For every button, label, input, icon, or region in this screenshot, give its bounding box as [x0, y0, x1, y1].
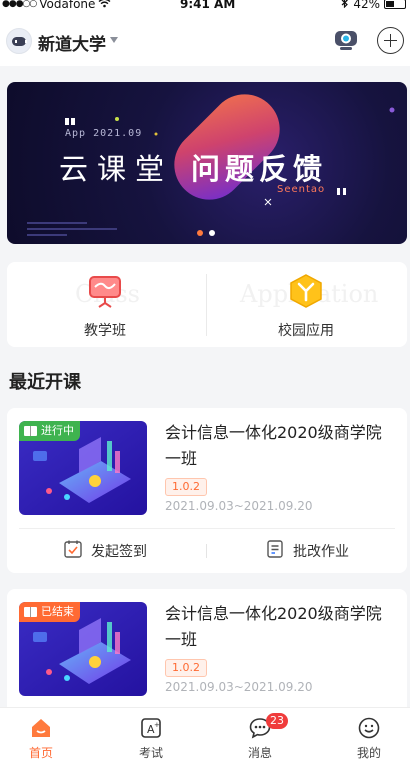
book-icon	[24, 426, 37, 436]
course-status-label: 进行中	[41, 424, 74, 437]
tab-messages-label: 消息	[247, 746, 272, 760]
status-right: 42%	[341, 0, 406, 11]
start-checkin-button[interactable]: 发起签到	[63, 540, 147, 562]
banner-carousel[interactable]: App 2021.09 云课堂 问题反馈 Seentao	[7, 82, 407, 244]
course-version-badge: 1.0.2	[165, 478, 207, 496]
exam-icon: A +	[139, 716, 163, 740]
tab-profile[interactable]: 我的	[328, 708, 410, 763]
card-divider	[19, 528, 395, 529]
course-name[interactable]: 会计信息一体化2020级商学院一班	[165, 601, 397, 653]
entry-label-app[interactable]: 校园应用	[246, 320, 366, 340]
add-icon[interactable]	[377, 27, 404, 54]
tab-home[interactable]: 首页	[0, 708, 82, 763]
action-separator	[206, 544, 207, 558]
course-status-label: 已结束	[41, 605, 74, 618]
quick-entry-panel: Class 教学班 Application 校园应用	[7, 262, 407, 347]
course-card[interactable]: 已结束 会计信息一体化2020级商学院一班 1.0.2 2021.09.03~2…	[7, 589, 407, 719]
entry-divider	[206, 274, 207, 336]
checkin-calendar-icon	[63, 539, 83, 563]
start-checkin-label: 发起签到	[91, 544, 147, 560]
chevron-down-icon[interactable]	[110, 37, 118, 43]
course-status-badge: 进行中	[19, 421, 80, 441]
battery-icon	[384, 0, 406, 9]
tab-exam[interactable]: A + 考试	[110, 708, 192, 763]
status-bar: ●●●○○ Vodafone 9:41 AM 42%	[0, 0, 410, 14]
wifi-icon	[98, 0, 111, 11]
tab-profile-label: 我的	[356, 746, 381, 760]
tab-exam-label: 考试	[138, 746, 163, 760]
grade-homework-button[interactable]: 批改作业	[265, 540, 349, 562]
live-camera-icon[interactable]	[333, 28, 359, 52]
grade-homework-label: 批改作业	[293, 544, 349, 560]
school-name[interactable]: 新道大学	[38, 30, 106, 55]
book-icon	[24, 607, 37, 617]
homework-document-icon	[265, 539, 285, 563]
signal-dots-icon: ●●●○○	[2, 0, 37, 9]
tab-home-label: 首页	[28, 746, 53, 760]
banner-title-bold: 问题反馈	[191, 152, 328, 186]
battery-fill	[386, 1, 395, 7]
app-hexagon-icon[interactable]	[288, 274, 324, 308]
svg-text:+: +	[154, 721, 160, 729]
bluetooth-icon	[341, 0, 349, 11]
banner-signature: Seentao	[277, 184, 326, 195]
message-count-badge: 23	[266, 713, 288, 729]
banner-subtitle: App 2021.09	[65, 128, 143, 139]
presentation-board-icon[interactable]	[87, 274, 123, 308]
carrier-group: ●●●○○ Vodafone	[2, 0, 111, 11]
carrier-name: Vodafone	[39, 0, 96, 11]
tab-bar: 首页 A + 考试 23 消息 我的	[0, 707, 410, 763]
course-status-badge: 已结束	[19, 602, 80, 622]
status-time: 9:41 AM	[180, 0, 236, 11]
section-title-recent: 最近开课	[9, 372, 81, 393]
top-bar: 新道大学	[0, 14, 410, 66]
course-version-badge: 1.0.2	[165, 659, 207, 677]
course-thumbnail: 进行中	[19, 421, 147, 515]
course-name[interactable]: 会计信息一体化2020级商学院一班	[165, 420, 397, 472]
course-dates: 2021.09.03~2021.09.20	[165, 680, 313, 694]
entry-label-class[interactable]: 教学班	[45, 320, 165, 340]
course-thumbnail: 已结束	[19, 602, 147, 696]
carousel-dot[interactable]	[209, 230, 215, 236]
banner-title-light: 云课堂	[59, 152, 174, 186]
profile-icon	[357, 716, 381, 740]
carousel-dot-active[interactable]	[197, 230, 203, 236]
battery-percent: 42%	[353, 0, 380, 11]
tab-messages[interactable]: 23 消息	[219, 708, 301, 763]
course-card[interactable]: 进行中 会计信息一体化2020级商学院一班 1.0.2 2021.09.03~2…	[7, 408, 407, 573]
course-dates: 2021.09.03~2021.09.20	[165, 499, 313, 513]
school-avatar-icon[interactable]	[6, 28, 32, 54]
home-icon	[29, 716, 53, 740]
